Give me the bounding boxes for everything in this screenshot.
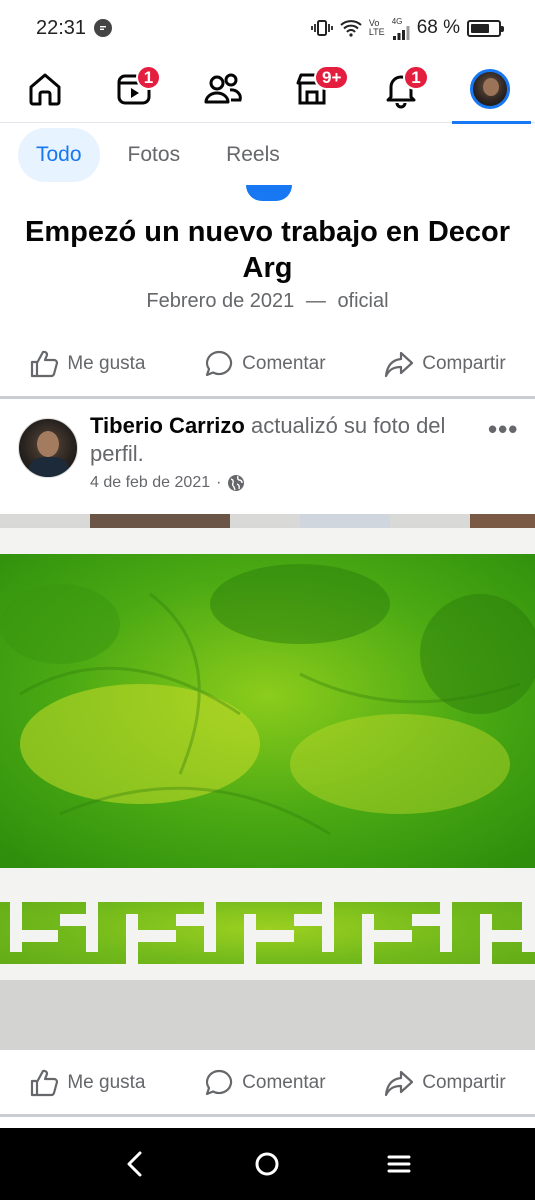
nav-notifications[interactable]: 1 xyxy=(371,59,431,119)
recents-menu-icon[interactable] xyxy=(383,1148,415,1180)
signal-icon xyxy=(392,25,410,40)
share-label: Compartir xyxy=(422,353,506,374)
comment-button[interactable]: Comentar xyxy=(204,349,326,379)
network-type: Vo LTE xyxy=(368,18,385,37)
post-author-avatar[interactable] xyxy=(18,418,78,478)
nav-profile[interactable] xyxy=(460,59,520,119)
network-gen: 4G xyxy=(391,16,403,26)
comment-icon xyxy=(206,350,233,377)
like-icon xyxy=(31,1069,59,1097)
home-circle-icon[interactable] xyxy=(251,1148,283,1180)
comment-button[interactable]: Comentar xyxy=(204,1068,326,1098)
post-separator xyxy=(0,396,535,399)
like-button[interactable]: Me gusta xyxy=(29,1068,145,1098)
video-badge: 1 xyxy=(135,65,162,90)
globe-icon xyxy=(228,475,245,491)
life-event-separator: — xyxy=(305,290,326,312)
comment-label: Comentar xyxy=(242,353,326,374)
like-button[interactable]: Me gusta xyxy=(29,349,145,379)
like-icon xyxy=(31,350,59,378)
share-icon xyxy=(385,1070,414,1097)
avatar xyxy=(470,69,511,109)
wifi-icon xyxy=(340,20,362,37)
life-event-icon xyxy=(246,185,292,201)
nav-home[interactable] xyxy=(15,59,75,119)
action-bar-event: Me gusta Comentar Compartir xyxy=(0,336,535,392)
comment-icon xyxy=(206,1069,233,1096)
post-meta-separator: · xyxy=(216,474,222,491)
battery-fill xyxy=(471,23,489,33)
action-bar-post: Me gusta Comentar Compartir xyxy=(0,1055,535,1111)
post-more-button[interactable]: ••• xyxy=(488,414,518,445)
nav-friends[interactable] xyxy=(193,59,253,119)
signal: 4G xyxy=(392,17,410,40)
life-event-title: Empezó un nuevo trabajo en Decor Arg xyxy=(24,216,511,284)
tab-reels[interactable]: Reels xyxy=(208,128,298,182)
comment-label: Comentar xyxy=(242,1072,326,1093)
post-date[interactable]: 4 de feb de 2021 xyxy=(90,474,210,492)
share-label: Compartir xyxy=(422,1072,506,1093)
battery-percent: 68 % xyxy=(416,17,460,38)
life-event-date: Febrero de 2021 xyxy=(146,290,295,312)
status-right: Vo LTE 4G 68 % xyxy=(310,17,504,40)
share-button[interactable]: Compartir xyxy=(384,349,506,379)
post-author-name[interactable]: Tiberio Carrizo xyxy=(90,413,245,438)
back-icon[interactable] xyxy=(120,1148,152,1180)
marketplace-badge: 9+ xyxy=(314,65,350,90)
clock: 22:31 xyxy=(36,16,87,39)
message-notification-icon xyxy=(94,19,113,37)
tab-all[interactable]: Todo xyxy=(18,128,100,182)
post-header: Tiberio Carrizo actualizó su foto del pe… xyxy=(90,412,480,468)
like-label: Me gusta xyxy=(67,1072,146,1093)
system-nav-bar xyxy=(0,1128,535,1200)
nav-active-indicator xyxy=(452,121,531,124)
friends-icon xyxy=(204,73,242,104)
filter-tabs: Todo Fotos Reels xyxy=(18,128,298,182)
status-bar: 22:31 Vo LTE 4G 68 % xyxy=(0,0,535,56)
post-separator xyxy=(0,1114,535,1117)
post-meta: 4 de feb de 2021 · xyxy=(90,474,245,492)
post-photo-image xyxy=(0,514,535,1050)
share-button[interactable]: Compartir xyxy=(384,1068,506,1098)
share-icon xyxy=(385,351,414,378)
nav-video[interactable]: 1 xyxy=(104,59,164,119)
battery-icon xyxy=(467,19,504,37)
notifications-badge: 1 xyxy=(403,65,429,90)
home-icon xyxy=(29,73,61,106)
life-event-role: oficial xyxy=(337,290,389,312)
tab-photos[interactable]: Fotos xyxy=(110,128,199,182)
status-left: 22:31 xyxy=(36,16,113,40)
vibrate-icon xyxy=(310,20,333,36)
post-photo[interactable] xyxy=(0,514,535,1050)
like-label: Me gusta xyxy=(67,353,146,374)
nav-marketplace[interactable]: 9+ xyxy=(282,59,350,119)
top-nav: 1 9+ 1 xyxy=(0,56,535,124)
life-event-subtitle: Febrero de 2021 — oficial xyxy=(0,290,535,313)
